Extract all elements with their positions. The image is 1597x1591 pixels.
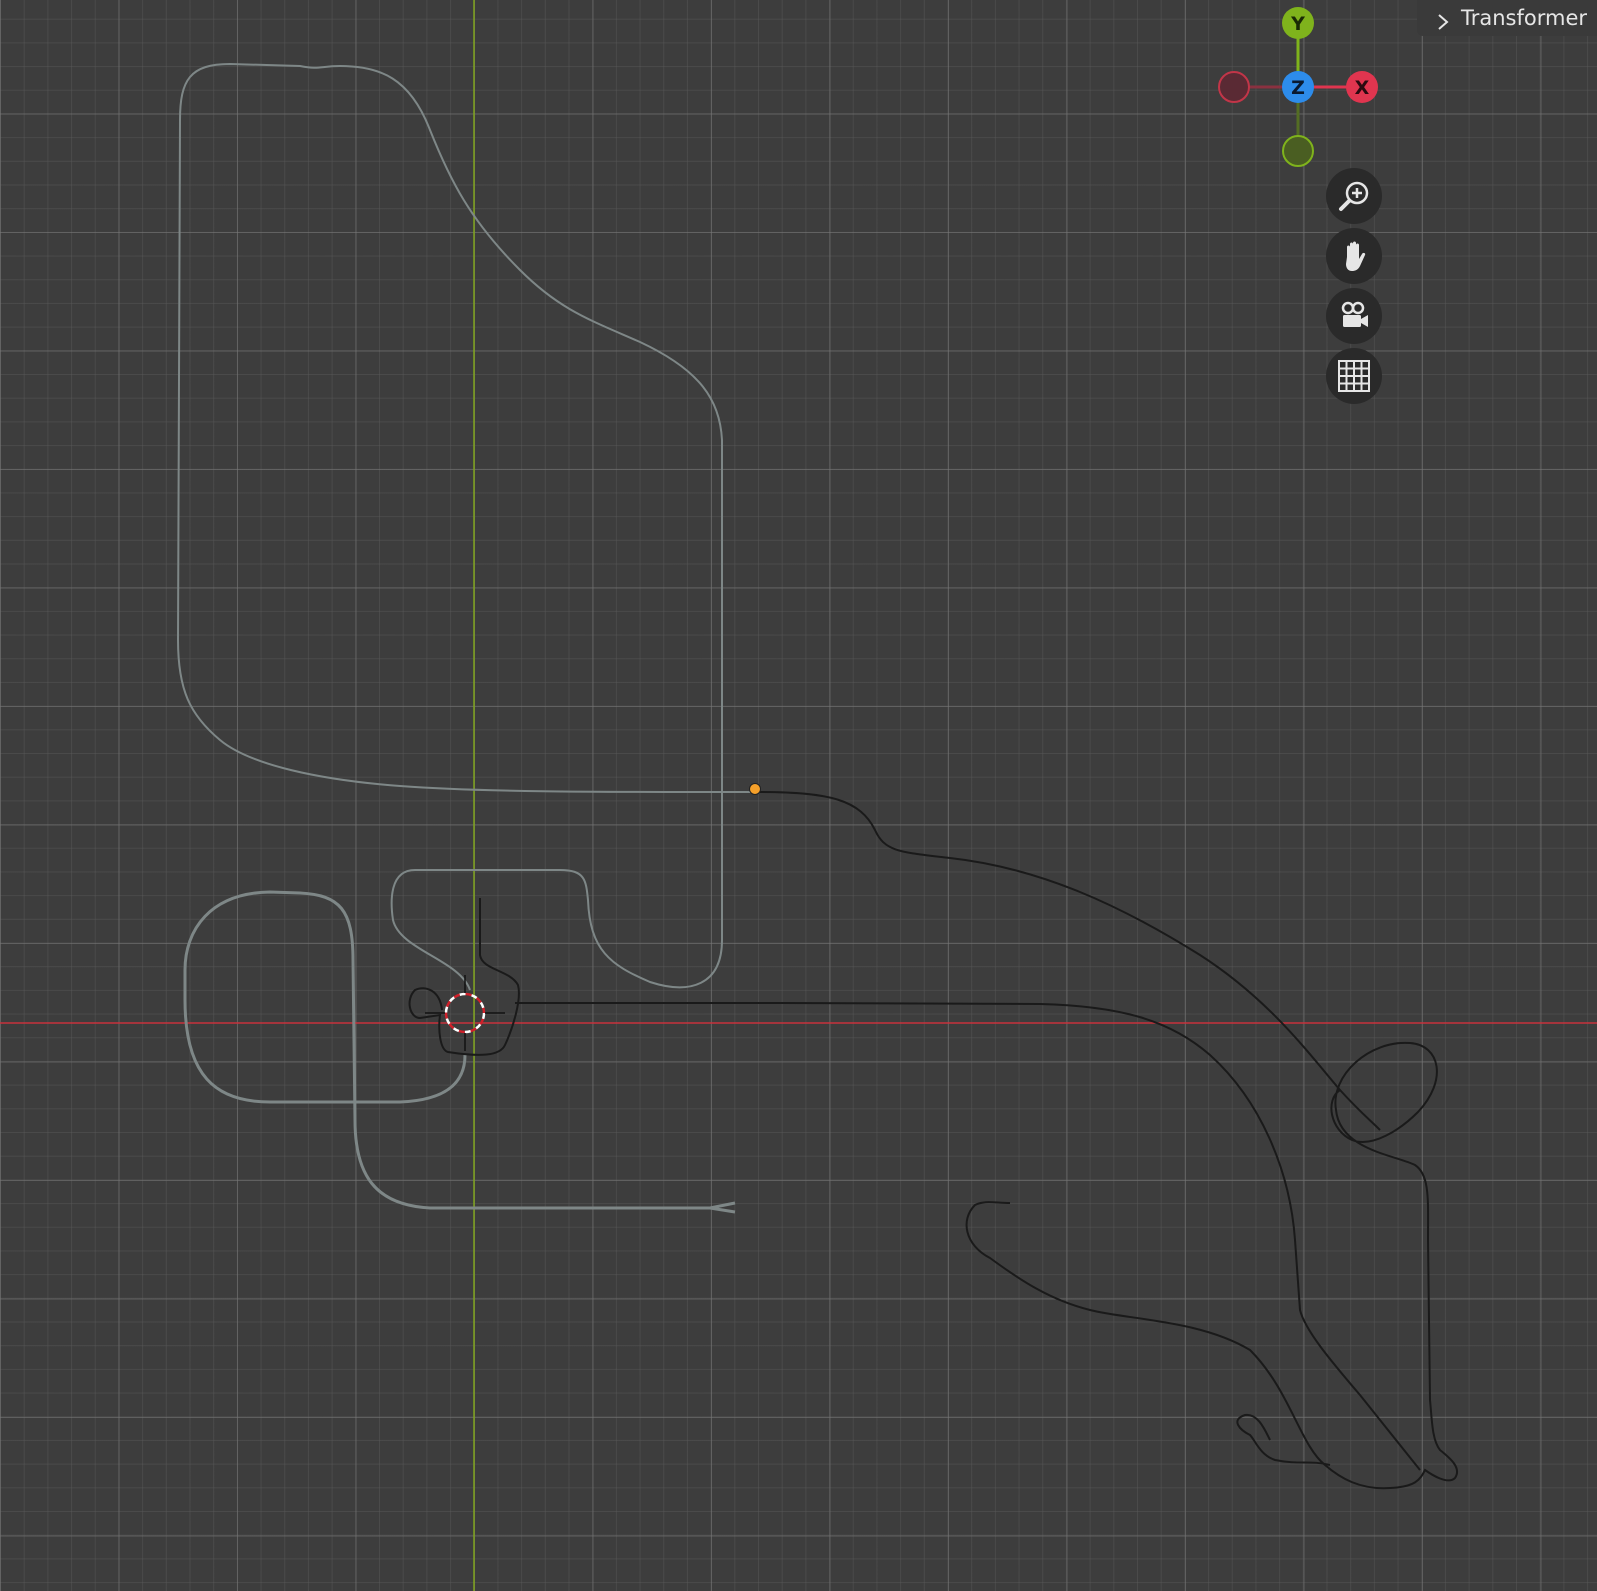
grid-ortho-icon bbox=[1337, 359, 1371, 393]
curve-path-dark-long[interactable] bbox=[759, 791, 1381, 1131]
object-origin-point[interactable] bbox=[749, 783, 761, 795]
zoom-icon bbox=[1337, 179, 1371, 213]
gizmo-x-label: X bbox=[1355, 77, 1370, 99]
zoom-button[interactable] bbox=[1326, 168, 1382, 224]
curve-path-knot[interactable] bbox=[408, 898, 1421, 1471]
3d-cursor[interactable] bbox=[425, 975, 505, 1051]
chevron-right-icon bbox=[1435, 8, 1451, 30]
camera-icon bbox=[1337, 299, 1371, 333]
3d-viewport[interactable]: X Y Z Transformer bbox=[0, 0, 1597, 1591]
gizmo-z-handle[interactable]: Z bbox=[1282, 71, 1314, 103]
navigation-gizmo[interactable]: X Y Z bbox=[1212, 6, 1382, 176]
curve-path-small-loop[interactable] bbox=[965, 1041, 1459, 1490]
ortho-toggle-button[interactable] bbox=[1326, 348, 1382, 404]
hand-pan-icon bbox=[1337, 239, 1371, 273]
gizmo-neg-y-handle[interactable] bbox=[1282, 135, 1314, 167]
curve-path-lower-gray[interactable] bbox=[1236, 1413, 1331, 1466]
gizmo-z-label: Z bbox=[1291, 77, 1305, 99]
gizmo-neg-x-handle[interactable] bbox=[1218, 71, 1250, 103]
gizmo-x-handle[interactable]: X bbox=[1346, 71, 1378, 103]
gizmo-y-label: Y bbox=[1290, 13, 1305, 35]
curve-path-left-loop[interactable] bbox=[183, 890, 736, 1214]
pan-button[interactable] bbox=[1326, 228, 1382, 284]
sidebar-tab-transformer[interactable]: Transformer bbox=[1416, 0, 1597, 36]
camera-view-button[interactable] bbox=[1326, 288, 1382, 344]
curve-path-large-loop[interactable] bbox=[176, 62, 752, 991]
sidebar-tab-label: Transformer bbox=[1460, 6, 1587, 30]
gizmo-y-handle[interactable]: Y bbox=[1282, 7, 1314, 39]
